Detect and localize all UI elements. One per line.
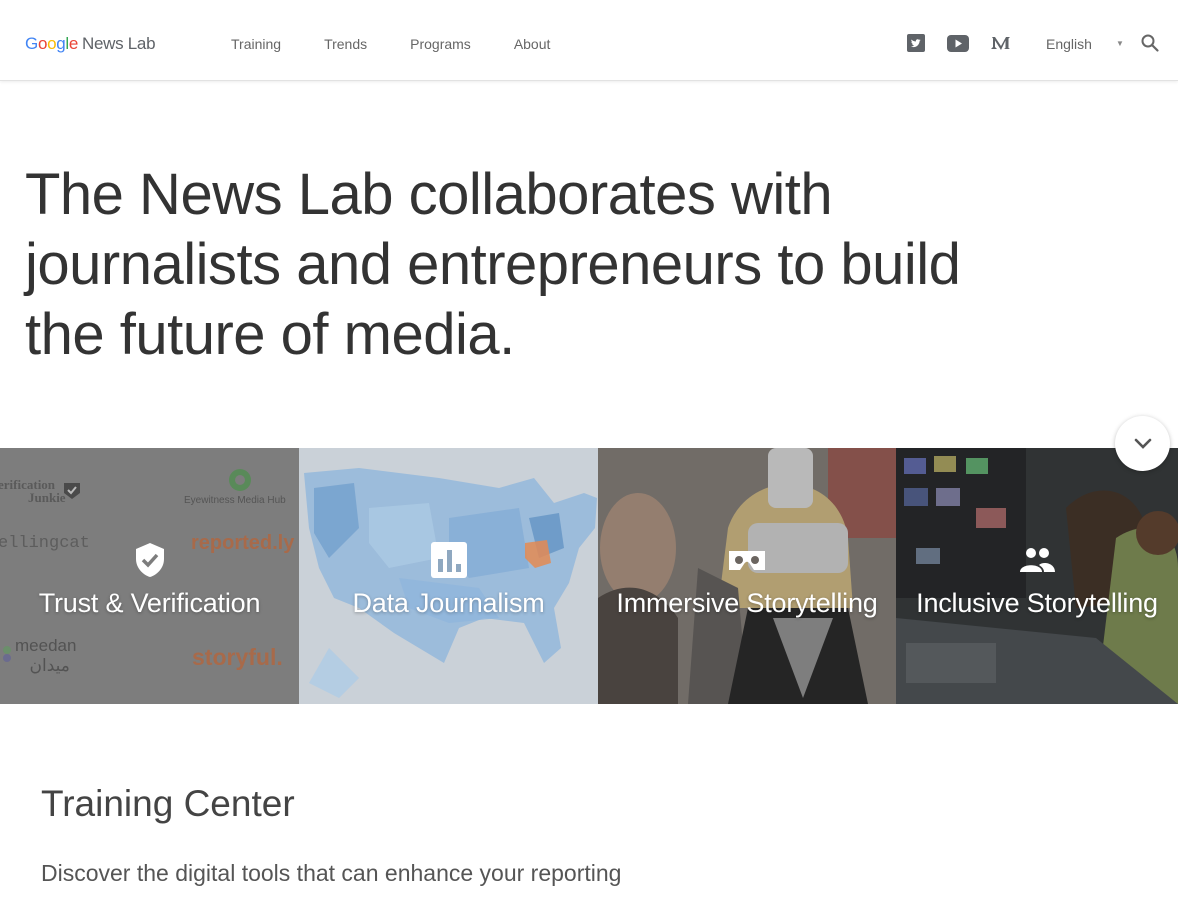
tile-trust-verification[interactable]: erification Junkie Eyewitness Media Hub e… bbox=[0, 448, 299, 704]
logo-letter: o bbox=[37, 34, 48, 53]
partner-logo: erification Junkie bbox=[0, 477, 66, 505]
caret-down-icon[interactable]: ▼ bbox=[1116, 39, 1124, 48]
tile-label: Immersive Storytelling bbox=[616, 588, 878, 618]
youtube-icon[interactable] bbox=[947, 33, 969, 53]
medium-icon[interactable] bbox=[990, 33, 1012, 53]
nav-item-trends[interactable]: Trends bbox=[324, 36, 367, 52]
logo-letter: G bbox=[25, 34, 38, 53]
nav-item-programs[interactable]: Programs bbox=[410, 36, 471, 52]
partner-logo: storyful. bbox=[192, 644, 283, 670]
tile-immersive-storytelling[interactable]: Immersive Storytelling bbox=[598, 448, 896, 704]
partner-logo: reported.ly bbox=[191, 532, 295, 554]
partner-logo bbox=[229, 469, 251, 491]
shield-check-icon bbox=[135, 543, 164, 577]
cardboard-vr-icon bbox=[729, 551, 765, 570]
tile-inclusive-storytelling[interactable]: Inclusive Storytelling bbox=[896, 448, 1178, 704]
site-header: Google News Lab Training Trends Programs … bbox=[0, 0, 1178, 81]
logo-letter: o bbox=[47, 34, 57, 53]
twitter-icon[interactable] bbox=[905, 33, 927, 53]
language-select[interactable]: English bbox=[1046, 36, 1092, 52]
tile-label: Trust & Verification bbox=[38, 588, 261, 618]
main-nav: Training Trends Programs About bbox=[231, 36, 593, 52]
google-news-lab-logo[interactable]: Google News Lab bbox=[25, 34, 156, 54]
tile-label: Inclusive Storytelling bbox=[916, 588, 1158, 618]
partner-logo: meedan ميدان bbox=[15, 636, 77, 675]
partner-logo: Eyewitness Media Hub bbox=[184, 495, 286, 506]
search-icon[interactable] bbox=[1140, 33, 1160, 53]
hero-line: the future of media. bbox=[25, 302, 515, 367]
nav-item-about[interactable]: About bbox=[514, 36, 551, 52]
tile-label: Data Journalism bbox=[352, 588, 545, 618]
chevron-down-icon bbox=[1134, 438, 1151, 449]
nav-item-training[interactable]: Training bbox=[231, 36, 281, 52]
tile-data-journalism[interactable]: Data Journalism bbox=[299, 448, 598, 704]
training-center-title: Training Center bbox=[41, 783, 295, 824]
hero-line: The News Lab collaborates with bbox=[25, 162, 833, 227]
logo-text: News Lab bbox=[82, 34, 156, 53]
bar-chart-icon bbox=[430, 542, 467, 578]
partner-logo: ellingcat bbox=[0, 534, 90, 553]
hero-line: journalists and entrepreneurs to build bbox=[25, 232, 961, 297]
scroll-down-button[interactable] bbox=[1115, 416, 1170, 471]
hero-heading: The News Lab collaborates with journalis… bbox=[25, 160, 985, 370]
logo-letter: e bbox=[68, 34, 79, 53]
training-center-subtitle: Discover the digital tools that can enha… bbox=[41, 860, 622, 886]
partner-logo bbox=[3, 646, 11, 662]
partner-logo bbox=[64, 483, 80, 499]
people-icon bbox=[1020, 548, 1055, 572]
topic-tiles: erification Junkie Eyewitness Media Hub e… bbox=[0, 448, 1178, 704]
